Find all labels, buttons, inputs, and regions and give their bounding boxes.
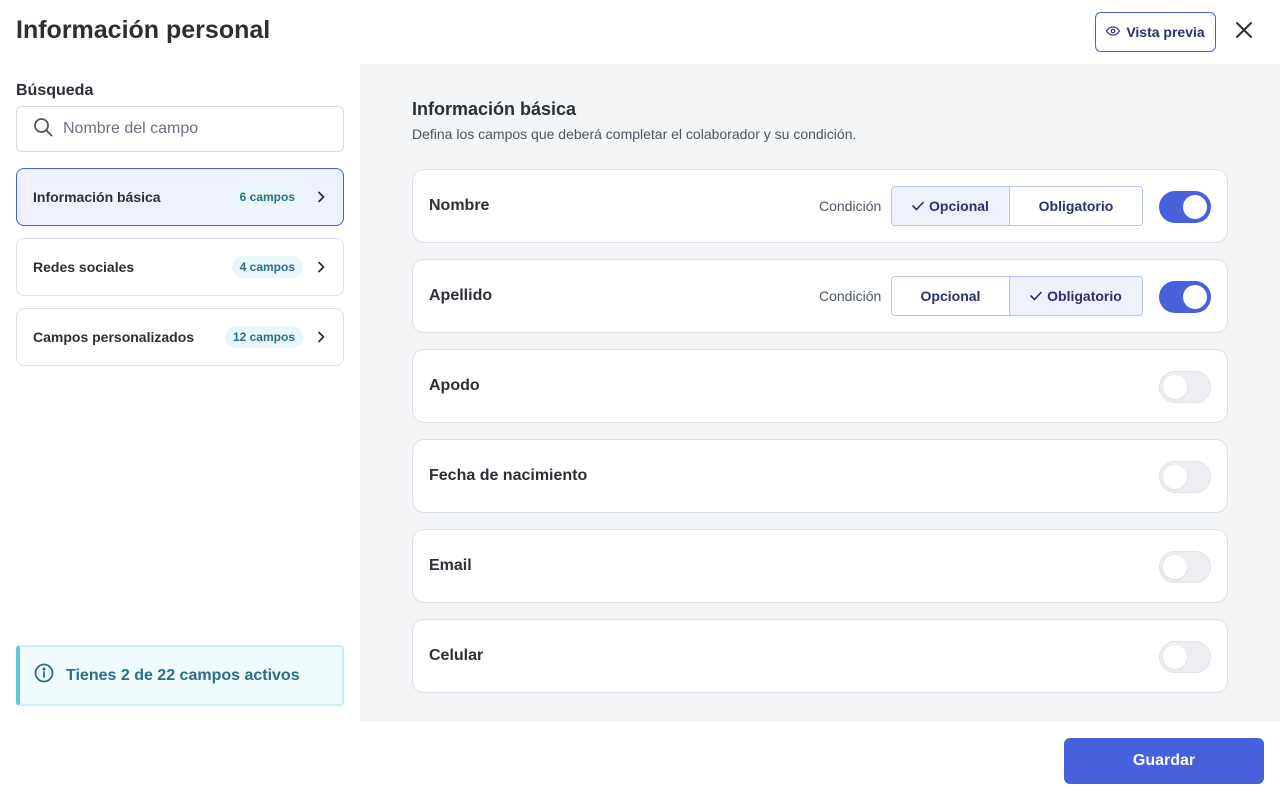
header: Información personal Vista previa	[0, 0, 1280, 64]
option-label: Opcional	[929, 198, 989, 214]
field-row-email: Email	[412, 529, 1228, 603]
active-fields-text: Tienes 2 de 22 campos activos	[66, 666, 300, 684]
toggle-knob	[1183, 195, 1207, 219]
field-toggle[interactable]	[1159, 281, 1211, 313]
field-count-badge: 12 campos	[224, 326, 303, 348]
preview-button[interactable]: Vista previa	[1095, 12, 1216, 52]
check-icon	[912, 198, 924, 214]
toggle-knob	[1183, 285, 1207, 309]
field-name: Fecha de nacimiento	[429, 467, 588, 484]
sidebar-item-informacion-basica[interactable]: Información básica 6 campos	[16, 168, 344, 226]
field-count-badge: 6 campos	[231, 186, 303, 208]
field-name: Email	[429, 557, 472, 574]
page-title: Información personal	[16, 16, 271, 44]
active-fields-banner: Tienes 2 de 22 campos activos	[16, 645, 344, 706]
field-name: Apodo	[429, 377, 480, 394]
option-optional-button[interactable]: Opcional	[892, 277, 1010, 315]
search-input[interactable]	[63, 120, 313, 138]
field-row-apellido: Apellido Condición Opcional Obligatorio	[412, 259, 1228, 333]
sidebar: Búsqueda Información básica 6 campos Red…	[0, 64, 360, 722]
field-name: Celular	[429, 647, 484, 664]
toggle-knob	[1163, 555, 1187, 579]
field-toggle[interactable]	[1159, 641, 1211, 673]
field-row-fecha-de-nacimiento: Fecha de nacimiento	[412, 439, 1228, 513]
field-name: Apellido	[429, 287, 493, 304]
section-description: Defina los campos que deberá completar e…	[412, 126, 857, 142]
option-label: Opcional	[920, 288, 981, 304]
info-icon	[34, 663, 54, 688]
sidebar-item-campos-personalizados[interactable]: Campos personalizados 12 campos	[16, 308, 344, 366]
condition-label: Condición	[819, 288, 882, 304]
condition-selector: Opcional Obligatorio	[891, 276, 1143, 316]
search-label: Búsqueda	[16, 82, 94, 99]
chevron-right-icon	[315, 261, 327, 273]
search-box[interactable]	[16, 106, 344, 152]
close-button[interactable]	[1230, 18, 1258, 46]
save-button[interactable]: Guardar	[1064, 738, 1264, 784]
search-icon	[33, 117, 53, 142]
toggle-knob	[1163, 645, 1187, 669]
toggle-knob	[1163, 465, 1187, 489]
field-row-apodo: Apodo	[412, 349, 1228, 423]
condition-selector: Opcional Obligatorio	[891, 186, 1143, 226]
check-icon	[1030, 288, 1042, 304]
toggle-knob	[1163, 375, 1187, 399]
preview-button-label: Vista previa	[1126, 24, 1205, 40]
sidebar-item-label: Información básica	[33, 189, 161, 205]
option-required-button[interactable]: Obligatorio	[1010, 187, 1142, 225]
chevron-right-icon	[315, 191, 327, 203]
sidebar-item-label: Redes sociales	[33, 259, 135, 275]
eye-icon	[1106, 24, 1121, 41]
footer: Guardar	[0, 722, 1280, 800]
field-toggle[interactable]	[1159, 461, 1211, 493]
field-toggle[interactable]	[1159, 191, 1211, 223]
main-panel: Información básica Defina los campos que…	[360, 64, 1280, 722]
field-toggle[interactable]	[1159, 371, 1211, 403]
field-row-celular: Celular	[412, 619, 1228, 693]
close-icon	[1235, 21, 1253, 44]
option-label: Obligatorio	[1038, 198, 1114, 214]
sidebar-item-label: Campos personalizados	[33, 329, 195, 345]
option-label: Obligatorio	[1047, 288, 1122, 304]
field-count-badge: 4 campos	[231, 256, 303, 278]
field-row-nombre: Nombre Condición Opcional Obligatorio	[412, 169, 1228, 243]
condition-label: Condición	[819, 198, 882, 214]
section-title: Información básica	[412, 99, 577, 119]
chevron-right-icon	[315, 331, 327, 343]
field-toggle[interactable]	[1159, 551, 1211, 583]
option-optional-button[interactable]: Opcional	[892, 187, 1010, 225]
sidebar-item-redes-sociales[interactable]: Redes sociales 4 campos	[16, 238, 344, 296]
field-name: Nombre	[429, 197, 490, 214]
option-required-button[interactable]: Obligatorio	[1010, 277, 1142, 315]
